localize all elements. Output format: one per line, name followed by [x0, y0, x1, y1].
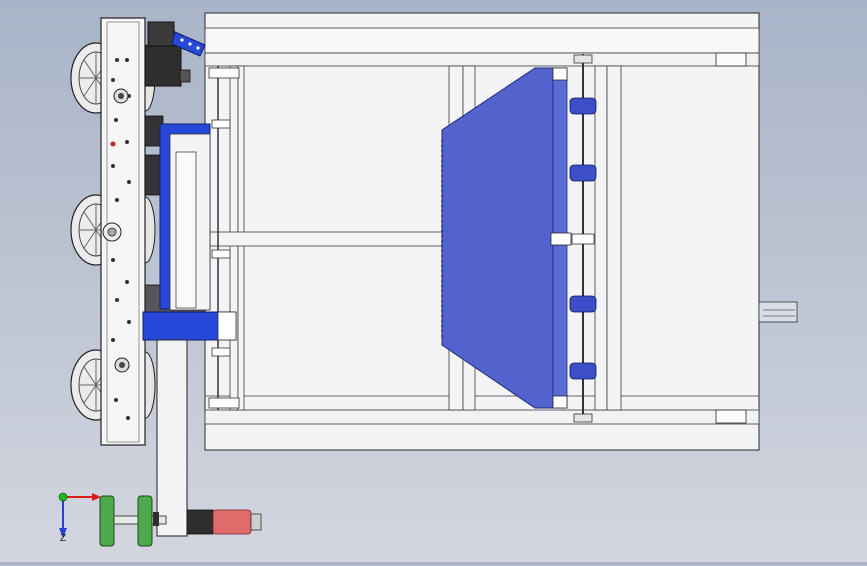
- roller-axle: [569, 54, 597, 423]
- coordinate-triad: [58, 492, 101, 538]
- right-shaft-stub: [758, 301, 798, 323]
- triad-z-label: Z: [60, 533, 67, 544]
- cad-viewport[interactable]: Z: [0, 0, 867, 562]
- side-rail-beam: [100, 17, 146, 446]
- top-motor-block: [144, 21, 206, 87]
- blue-plate: [441, 67, 572, 409]
- cad-model-scene: [58, 12, 798, 547]
